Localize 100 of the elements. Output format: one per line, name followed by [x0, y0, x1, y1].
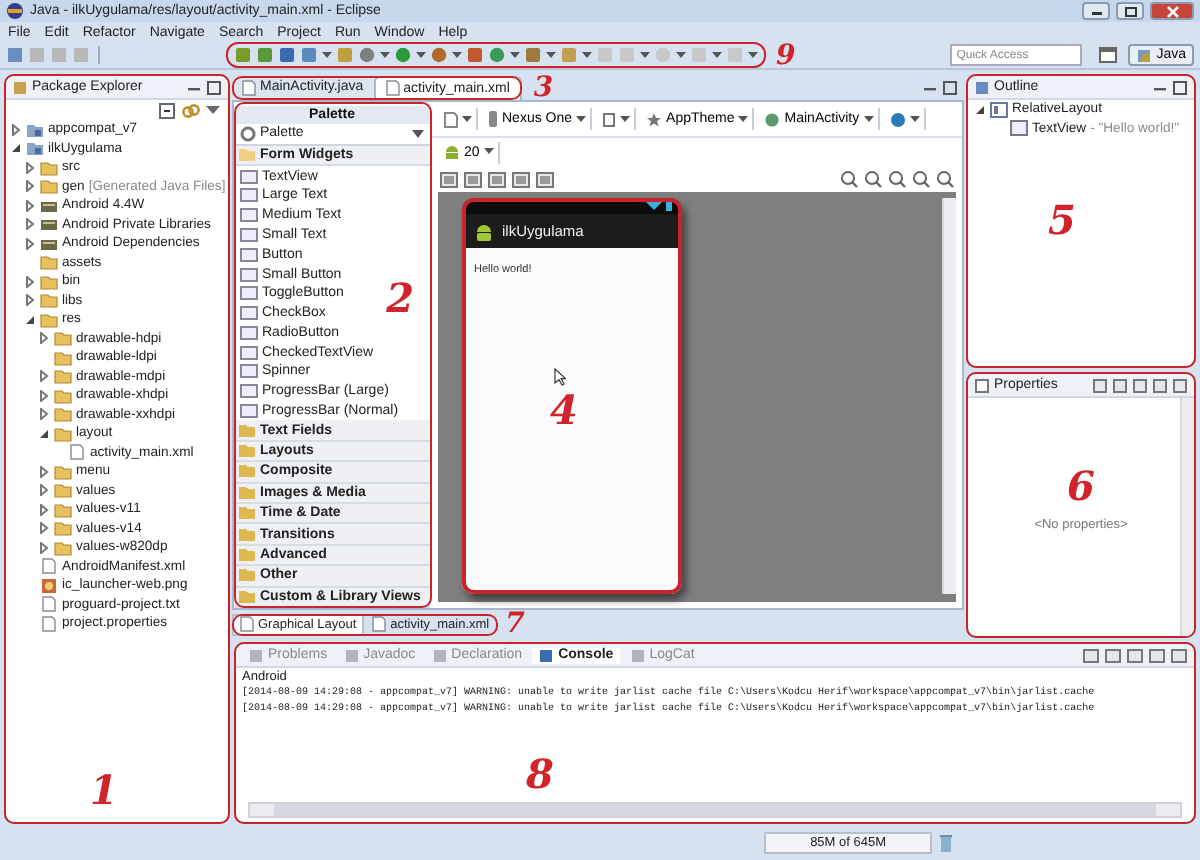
caret-icon: [462, 115, 472, 123]
file-icon: [385, 80, 400, 96]
caret-icon: [620, 115, 631, 123]
circle-icon[interactable]: [430, 46, 448, 64]
expand-arrow-icon[interactable]: [38, 408, 50, 421]
trash-icon[interactable]: [938, 833, 954, 853]
scrollbar[interactable]: [248, 802, 1182, 818]
close-icon: [1165, 5, 1179, 17]
expand-arrow-icon[interactable]: [10, 142, 22, 155]
signal-battery-icon: [646, 200, 674, 212]
square-icon[interactable]: [1172, 377, 1188, 393]
caret-icon[interactable]: [640, 51, 650, 59]
window-icon[interactable]: [1098, 46, 1119, 64]
circle-icon: [764, 111, 781, 127]
expand-arrow-icon[interactable]: [24, 275, 36, 288]
close-button[interactable]: [1150, 2, 1194, 20]
expand-arrow-icon[interactable]: [24, 294, 36, 307]
square-icon[interactable]: [1082, 647, 1100, 663]
expand-arrow-icon[interactable]: [38, 541, 50, 554]
expand-arrow-icon[interactable]: [24, 237, 36, 250]
expand-arrow-icon[interactable]: [24, 313, 36, 326]
expand-arrow-icon[interactable]: [38, 427, 50, 440]
square-icon[interactable]: [524, 46, 542, 64]
cursor-icon: [554, 368, 566, 386]
circle-icon[interactable]: [488, 46, 506, 64]
view-icon: [343, 647, 360, 663]
caret-icon: [412, 129, 424, 138]
square-icon[interactable]: [1092, 377, 1108, 393]
caret-icon: [909, 115, 920, 123]
android-icon: [474, 221, 494, 241]
expand-arrow-icon[interactable]: [24, 161, 36, 174]
expand-arrow-icon[interactable]: [38, 370, 50, 383]
caret-icon[interactable]: [510, 51, 520, 59]
square-icon[interactable]: [1126, 647, 1144, 663]
circle-icon[interactable]: [358, 46, 376, 64]
phone-icon: [488, 110, 498, 128]
expand-arrow-icon[interactable]: [974, 103, 986, 116]
star-icon: [646, 111, 663, 127]
expand-arrow-icon[interactable]: [38, 522, 50, 535]
expand-arrow-icon[interactable]: [24, 218, 36, 231]
android-icon: [444, 144, 460, 160]
caret-icon[interactable]: [582, 51, 592, 59]
expand-arrow-icon[interactable]: [38, 332, 50, 345]
caret-icon[interactable]: [546, 51, 556, 59]
expand-arrow-icon[interactable]: [38, 389, 50, 402]
caret-icon[interactable]: [748, 51, 758, 59]
expand-arrow-icon[interactable]: [10, 123, 22, 136]
caret-icon[interactable]: [452, 51, 462, 59]
zoom-icon[interactable]: [864, 170, 882, 188]
square-icon[interactable]: [1104, 647, 1122, 663]
caret-icon: [863, 115, 874, 123]
expand-arrow-icon[interactable]: [24, 199, 36, 212]
zoom-icon[interactable]: [888, 170, 906, 188]
expand-arrow-icon[interactable]: [38, 484, 50, 497]
zoom-icon[interactable]: [840, 170, 858, 188]
caret-icon[interactable]: [712, 51, 722, 59]
project-icon: [26, 121, 44, 138]
scrollbar[interactable]: [1180, 398, 1194, 636]
maximize-icon[interactable]: [942, 79, 958, 95]
square-icon[interactable]: [300, 46, 318, 64]
link-icon[interactable]: [182, 101, 200, 119]
square-icon[interactable]: [1148, 647, 1166, 663]
square-icon[interactable]: [1152, 377, 1168, 393]
square-icon[interactable]: [256, 46, 274, 64]
annotation-number: 1: [90, 770, 118, 810]
caret-icon[interactable]: [322, 51, 332, 59]
caret-icon[interactable]: [676, 51, 686, 59]
project-icon: [26, 140, 44, 157]
layout-dropdown[interactable]: [440, 108, 478, 130]
expand-arrow-icon[interactable]: [38, 503, 50, 516]
scrollbar[interactable]: [942, 198, 956, 594]
view-icon: [431, 647, 448, 663]
library-icon: [40, 216, 58, 233]
square-icon[interactable]: [234, 46, 252, 64]
view-icon: [538, 647, 555, 663]
square-icon[interactable]: [278, 46, 296, 64]
caret-icon: [738, 115, 749, 123]
caret-icon[interactable]: [206, 105, 220, 115]
square-icon[interactable]: [466, 46, 484, 64]
widget-icon: [1010, 120, 1028, 137]
maximize-icon[interactable]: [1172, 79, 1188, 95]
maximize-icon: [1123, 5, 1137, 17]
orientation-dropdown[interactable]: [598, 108, 637, 130]
zoom-icon[interactable]: [912, 170, 930, 188]
expand-arrow-icon[interactable]: [24, 180, 36, 193]
circle-icon[interactable]: [394, 46, 412, 64]
square-icon[interactable]: [1112, 377, 1128, 393]
zoom-icon[interactable]: [936, 170, 954, 188]
maximize-icon[interactable]: [206, 79, 222, 95]
file-icon: [240, 616, 254, 632]
caret-icon[interactable]: [416, 51, 426, 59]
minimize-button[interactable]: [1082, 2, 1110, 20]
square-icon[interactable]: [1132, 377, 1148, 393]
collapse-all-icon[interactable]: [158, 101, 176, 119]
caret-icon[interactable]: [380, 51, 390, 59]
locale-dropdown[interactable]: [885, 108, 926, 130]
maximize-button[interactable]: [1116, 2, 1144, 20]
layout-icon: [990, 101, 1008, 118]
expand-arrow-icon[interactable]: [38, 465, 50, 478]
square-icon[interactable]: [1170, 647, 1188, 663]
